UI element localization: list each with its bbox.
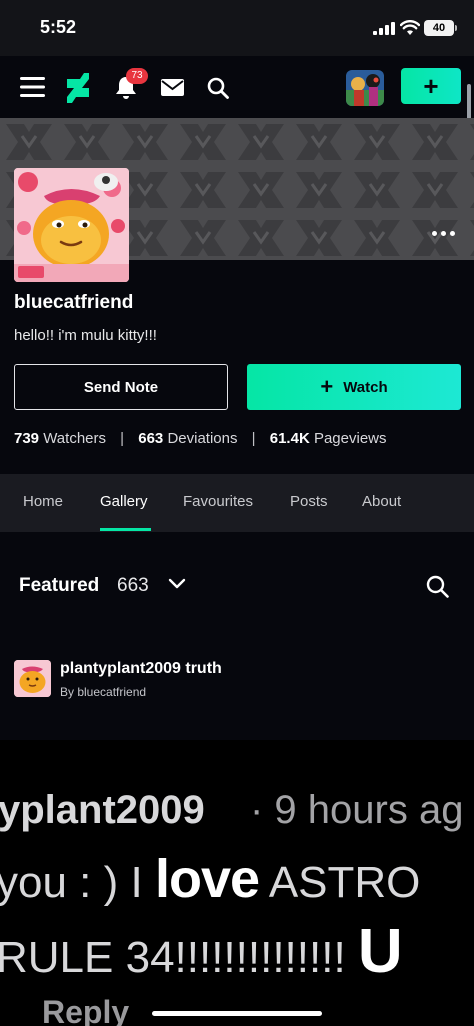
tab-gallery[interactable]: Gallery bbox=[100, 493, 148, 510]
deviation-author-avatar[interactable] bbox=[14, 660, 51, 697]
gallery-search-icon[interactable] bbox=[426, 575, 449, 598]
watchers-label[interactable]: Watchers bbox=[43, 430, 106, 447]
tab-posts[interactable]: Posts bbox=[290, 493, 328, 510]
watch-label: Watch bbox=[343, 378, 388, 396]
pageviews-count: 61.4K bbox=[269, 430, 310, 447]
tab-home[interactable]: Home bbox=[23, 493, 63, 510]
more-options-button[interactable] bbox=[428, 226, 458, 240]
wifi-icon bbox=[400, 20, 420, 35]
preview-line-3: RULE 34!!!!!!!!!!!!!! U bbox=[0, 917, 403, 986]
preview-timestamp: · 9 hours ag bbox=[250, 788, 464, 832]
battery-tip bbox=[455, 25, 457, 31]
deviations-label[interactable]: Deviations bbox=[167, 430, 237, 447]
watch-button[interactable]: + Watch bbox=[247, 364, 461, 410]
profile-bio: hello!! i'm mulu kitty!!! bbox=[14, 327, 157, 344]
gallery-folder-count: 663 bbox=[117, 575, 149, 596]
tab-about[interactable]: About bbox=[362, 493, 401, 510]
status-time: 5:52 bbox=[40, 17, 77, 37]
stats-separator: | bbox=[251, 430, 256, 447]
home-indicator[interactable] bbox=[152, 1011, 322, 1016]
profile-username: bluecatfriend bbox=[14, 292, 134, 313]
watchers-count: 739 bbox=[14, 430, 40, 447]
pageviews-label: Pageviews bbox=[313, 430, 387, 447]
gallery-folder-title[interactable]: Featured bbox=[19, 575, 99, 597]
deviantart-logo-icon[interactable] bbox=[67, 73, 89, 103]
stats-separator: | bbox=[120, 430, 125, 447]
search-icon[interactable] bbox=[207, 77, 229, 99]
deviation-byline[interactable]: By bluecatfriend bbox=[60, 685, 146, 699]
status-bar: 5:52 40 bbox=[0, 0, 474, 56]
profile-avatar[interactable] bbox=[14, 168, 129, 282]
hamburger-menu-icon[interactable] bbox=[20, 77, 45, 97]
send-note-button[interactable]: Send Note bbox=[14, 364, 228, 410]
preview-line-2: you : ) I love ASTRO bbox=[0, 849, 421, 909]
battery-icon: 40 bbox=[424, 20, 454, 36]
signal-icon bbox=[373, 22, 395, 35]
tab-favourites[interactable]: Favourites bbox=[183, 493, 253, 510]
active-tab-indicator bbox=[100, 528, 151, 531]
submit-deviation-button[interactable]: + bbox=[401, 68, 461, 104]
profile-stats: 739 Watchers | 663 Deviations | 61.4K Pa… bbox=[14, 430, 387, 447]
deviation-title[interactable]: plantyplant2009 truth bbox=[60, 660, 222, 678]
notification-badge: 73 bbox=[126, 68, 148, 84]
preview-username: yplant2009 bbox=[0, 788, 205, 832]
deviation-preview-image[interactable]: yplant2009 · 9 hours ag you : ) I love A… bbox=[0, 740, 474, 1026]
deviations-count: 663 bbox=[138, 430, 164, 447]
preview-reply: Reply bbox=[42, 994, 130, 1026]
plus-icon: + bbox=[320, 374, 334, 399]
chevron-down-icon[interactable] bbox=[168, 578, 186, 590]
mail-icon[interactable] bbox=[161, 79, 184, 96]
user-avatar[interactable] bbox=[346, 70, 384, 106]
